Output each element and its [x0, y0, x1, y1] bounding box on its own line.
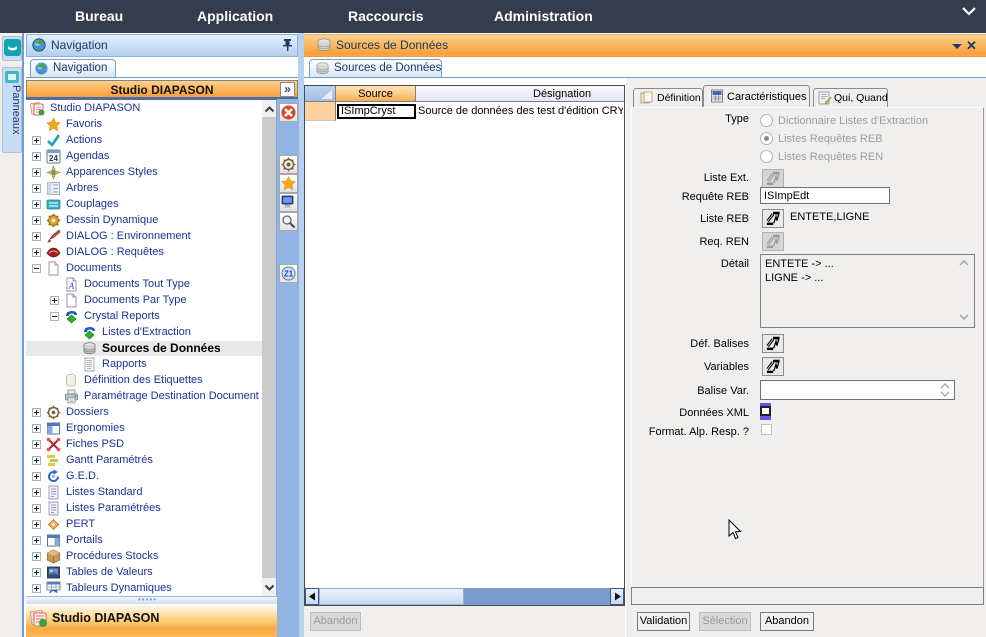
svg-text:Z1: Z1: [284, 270, 294, 279]
svg-text:24: 24: [49, 154, 58, 163]
svg-text:A: A: [68, 281, 75, 291]
